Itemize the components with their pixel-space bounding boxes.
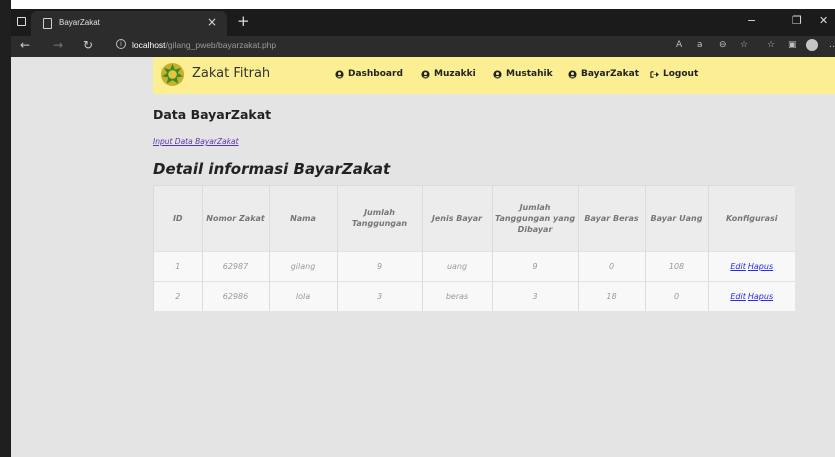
read-aloud-icon[interactable]: A — [676, 40, 682, 50]
cell-nama: gilang — [269, 251, 338, 281]
header-bayar-beras: Bayar Beras — [578, 186, 646, 251]
cell-id: 1 — [154, 251, 203, 281]
header-konfigurasi: Konfigurasi — [725, 213, 778, 223]
nav-bayarzakat-label: BayarZakat — [581, 69, 639, 79]
tab-actions-icon[interactable] — [17, 17, 26, 26]
table-header-row: ID Nomor Zakat Nama Jumlah Tanggungan Je… — [154, 186, 795, 251]
header-bayar-uang: Bayar Uang — [645, 186, 709, 251]
edit-link[interactable]: Edit — [730, 292, 746, 301]
tab-close-icon[interactable]: × — [207, 15, 217, 29]
section-title: Detail informasi BayarZakat — [153, 160, 391, 178]
top-border — [0, 0, 835, 9]
cell-bayar-beras: 0 — [578, 251, 646, 281]
user-circle-icon — [335, 69, 344, 79]
nav-dashboard[interactable]: Dashboard — [335, 69, 403, 79]
page-icon — [43, 18, 52, 29]
edit-link[interactable]: Edit — [730, 262, 746, 271]
forward-icon[interactable]: → — [53, 38, 63, 52]
close-window-icon[interactable]: ✕ — [819, 14, 828, 27]
nav-bayarzakat[interactable]: BayarZakat — [568, 69, 639, 79]
new-tab-icon[interactable]: + — [237, 12, 250, 30]
cell-jumlah-tanggungan: 9 — [337, 251, 423, 281]
zoom-icon[interactable]: ⊖ — [719, 40, 727, 50]
browser-address-bar: ← → ↻ i localhost/gilang_pweb/bayarzakat… — [11, 36, 835, 57]
header-jumlah-tanggungan: Jumlah Tanggungan — [337, 186, 423, 251]
cell-nomor-zakat: 62986 — [202, 281, 270, 311]
header-nama: Nama — [269, 186, 338, 251]
cell-konfigurasi: Edit Hapus — [708, 281, 795, 311]
favorite-icon[interactable]: ☆ — [740, 40, 748, 50]
header-id: ID — [154, 186, 203, 251]
more-icon[interactable]: … — [829, 40, 835, 50]
url-path: /gilang_pweb/bayarzakat.php — [165, 40, 277, 50]
cell-jenis-bayar: uang — [422, 251, 493, 281]
url-host: localhost — [132, 40, 166, 50]
table-row: 1 62987 gilang 9 uang 9 0 108 Edit Hapus — [154, 251, 795, 281]
zakat-logo-icon — [160, 62, 185, 87]
cell-bayar-beras: 18 — [578, 281, 646, 311]
hapus-link[interactable]: Hapus — [748, 262, 773, 271]
cell-konfigurasi: Edit Hapus — [708, 251, 795, 281]
nav-muzakki[interactable]: Muzakki — [421, 69, 476, 79]
page-title: Data BayarZakat — [153, 107, 272, 122]
reload-icon[interactable]: ↻ — [83, 38, 93, 52]
cell-jumlah-tanggungan: 3 — [337, 281, 423, 311]
header-jenis-bayar: Jenis Bayar — [422, 186, 493, 251]
url-field[interactable]: localhost/gilang_pweb/bayarzakat.php — [132, 40, 276, 50]
restore-icon[interactable]: ❐ — [792, 14, 802, 27]
browser-tab[interactable]: BayarZakat × — [31, 11, 227, 36]
back-icon[interactable]: ← — [20, 38, 30, 52]
header-nomor-zakat: Nomor Zakat — [202, 186, 270, 251]
hapus-link[interactable]: Hapus — [748, 292, 773, 301]
sign-out-icon — [650, 70, 659, 78]
cell-jumlah-dibayar: 3 — [492, 281, 579, 311]
cell-nomor-zakat: 62987 — [202, 251, 270, 281]
collections-icon[interactable]: ▣ — [788, 40, 797, 50]
cell-bayar-uang: 108 — [645, 251, 709, 281]
brand-title[interactable]: Zakat Fitrah — [192, 66, 270, 81]
header-jumlah-tanggungan-dibayar: Jumlah Tanggungan yang Dibayar — [492, 186, 579, 251]
tab-title: BayarZakat — [59, 18, 100, 27]
nav-logout-label: Logout — [663, 69, 699, 79]
cell-bayar-uang: 0 — [645, 281, 709, 311]
bayarzakat-table-wrapper: ID Nomor Zakat Nama Jumlah Tanggungan Je… — [153, 185, 795, 311]
user-circle-icon — [421, 69, 430, 79]
site-info-icon[interactable]: i — [116, 39, 126, 49]
user-circle-icon — [493, 69, 502, 79]
translate-icon[interactable]: a — [697, 40, 703, 50]
favorites-list-icon[interactable]: ☆ — [767, 40, 775, 50]
input-data-link[interactable]: Input Data BayarZakat — [153, 137, 239, 146]
browser-tab-bar: BayarZakat × + − ❐ ✕ — [11, 9, 835, 36]
cell-jenis-bayar: beras — [422, 281, 493, 311]
profile-avatar[interactable] — [806, 39, 818, 51]
cell-id: 2 — [154, 281, 203, 311]
cell-nama: lola — [269, 281, 338, 311]
site-navbar: Zakat Fitrah Dashboard Muzakki Mustahik … — [153, 57, 835, 94]
bayarzakat-table: ID Nomor Zakat Nama Jumlah Tanggungan Je… — [154, 186, 795, 311]
nav-mustahik[interactable]: Mustahik — [493, 69, 553, 79]
nav-mustahik-label: Mustahik — [506, 69, 553, 79]
user-circle-icon — [568, 69, 577, 79]
nav-dashboard-label: Dashboard — [348, 69, 403, 79]
nav-logout[interactable]: Logout — [650, 69, 698, 79]
minimize-icon[interactable]: − — [747, 14, 756, 27]
cell-jumlah-dibayar: 9 — [492, 251, 579, 281]
nav-muzakki-label: Muzakki — [434, 69, 476, 79]
table-row: 2 62986 lola 3 beras 3 18 0 Edit Hapus — [154, 281, 795, 311]
left-strip — [0, 0, 11, 457]
